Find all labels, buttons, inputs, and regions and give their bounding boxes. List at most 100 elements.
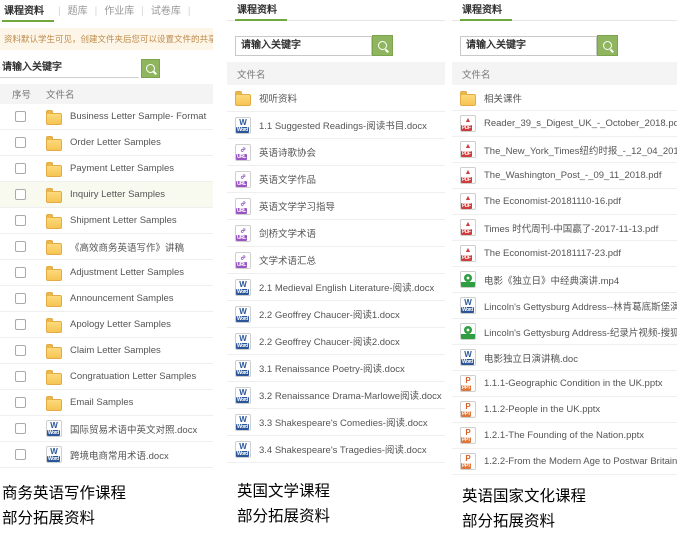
file-name[interactable]: Apology Letter Samples [70,319,171,330]
file-row[interactable]: Lincoln's Gettysburg Address--林肯葛底斯堡演说.d… [452,293,677,319]
search-input[interactable] [0,58,139,78]
file-row[interactable]: 英语文学作品 [227,166,445,193]
file-name[interactable]: 英语文学学习指导 [259,199,335,213]
file-row[interactable]: The Economist-20181110-16.pdf [452,189,677,215]
file-row[interactable]: Claim Letter Samples [0,338,213,364]
file-row[interactable]: The_New_York_Times纽约时报_-_12_04_2019.pdf [452,137,677,163]
file-row[interactable]: Shipment Letter Samples [0,208,213,234]
file-row[interactable]: 3.3 Shakespeare's Comedies-阅读.docx [227,409,445,436]
file-name[interactable]: 3.1 Renaissance Poetry-阅读.docx [259,361,405,375]
file-name[interactable]: The Economist-20181117-23.pdf [484,248,621,259]
row-checkbox[interactable] [15,215,26,226]
file-name[interactable]: 电影《独立日》中经典演讲.mp4 [484,273,619,287]
file-name[interactable]: 3.2 Renaissance Drama-Marlowe阅读.docx [259,388,442,402]
file-row[interactable]: The_Washington_Post_-_09_11_2018.pdf [452,163,677,189]
file-name[interactable]: 国际贸易术语中英文对照.docx [70,422,197,436]
file-name[interactable]: Reader_39_s_Digest_UK_-_October_2018.pdf [484,118,677,129]
file-name[interactable]: 剑桥文学术语 [259,226,316,240]
file-row[interactable]: Order Letter Samples [0,130,213,156]
file-row[interactable]: 1.2.2-From the Modern Age to Postwar Bri… [452,449,677,475]
file-name[interactable]: The_New_York_Times纽约时报_-_12_04_2019.pdf [484,143,677,157]
row-checkbox[interactable] [15,111,26,122]
file-row[interactable]: Congratuation Letter Samples [0,364,213,390]
file-row[interactable]: 电影《独立日》中经典演讲.mp4 [452,267,677,293]
file-name[interactable]: 1.1.1-Geographic Condition in the UK.ppt… [484,378,663,389]
file-name[interactable]: 2.2 Geoffrey Chaucer-阅读1.docx [259,307,400,321]
file-name[interactable]: The_Washington_Post_-_09_11_2018.pdf [484,170,661,181]
tab-作业库[interactable]: 作业库 [101,0,137,21]
search-button[interactable] [597,35,618,56]
search-button[interactable] [372,35,393,56]
file-name[interactable]: 2.2 Geoffrey Chaucer-阅读2.docx [259,334,400,348]
tab-课程资料[interactable]: 课程资料 [460,0,512,21]
file-row[interactable]: 英语诗歌协会 [227,139,445,166]
row-checkbox[interactable] [15,163,26,174]
file-name[interactable]: Lincoln's Gettysburg Address-纪录片视频-搜狐视频.… [484,325,677,339]
file-row[interactable]: 《高效商务英语写作》讲稿 [0,234,213,260]
file-name[interactable]: 英语诗歌协会 [259,145,316,159]
row-checkbox[interactable] [15,241,26,252]
file-name[interactable]: 视听资料 [259,91,297,105]
tab-题库[interactable]: 题库 [65,0,91,21]
file-name[interactable]: Announcement Samples [70,293,174,304]
file-name[interactable]: The Economist-20181110-16.pdf [484,196,621,207]
file-row[interactable]: 1.2.1-The Founding of the Nation.pptx [452,423,677,449]
file-row[interactable]: 电影独立日演讲稿.doc [452,345,677,371]
file-row[interactable]: 英语文学学习指导 [227,193,445,220]
file-name[interactable]: 3.4 Shakespeare's Tragedies-阅读.docx [259,442,427,456]
file-row[interactable]: 2.2 Geoffrey Chaucer-阅读2.docx [227,328,445,355]
file-name[interactable]: Order Letter Samples [70,137,161,148]
file-name[interactable]: 1.1 Suggested Readings-阅读书目.docx [259,118,427,132]
file-row[interactable]: Email Samples [0,390,213,416]
row-checkbox[interactable] [15,189,26,200]
file-name[interactable]: 2.1 Medieval English Literature-阅读.docx [259,280,434,294]
tab-课程资料[interactable]: 课程资料 [235,0,287,21]
file-name[interactable]: Inquiry Letter Samples [70,189,165,200]
file-row[interactable]: 文学术语汇总 [227,247,445,274]
file-name[interactable]: 1.2.1-The Founding of the Nation.pptx [484,430,644,441]
file-row[interactable]: 2.1 Medieval English Literature-阅读.docx [227,274,445,301]
file-row[interactable]: 国际贸易术语中英文对照.docx [0,416,213,442]
row-checkbox[interactable] [15,319,26,330]
search-button[interactable] [141,59,160,78]
file-row[interactable]: 1.1.2-People in the UK.pptx [452,397,677,423]
file-row[interactable]: Payment Letter Samples [0,156,213,182]
row-checkbox[interactable] [15,397,26,408]
file-name[interactable]: 文学术语汇总 [259,253,316,267]
file-row[interactable]: 剑桥文学术语 [227,220,445,247]
file-row[interactable]: 视听资料 [227,85,445,112]
file-row[interactable]: 相关课件 [452,85,677,111]
file-name[interactable]: 英语文学作品 [259,172,316,186]
file-row[interactable]: Business Letter Sample- Format [0,104,213,130]
file-row[interactable]: Apology Letter Samples [0,312,213,338]
search-input[interactable] [460,36,597,56]
file-row[interactable]: 1.1.1-Geographic Condition in the UK.ppt… [452,371,677,397]
row-checkbox[interactable] [15,345,26,356]
file-name[interactable]: 跨境电商常用术语.docx [70,448,169,462]
file-row[interactable]: 跨境电商常用术语.docx [0,442,213,468]
file-name[interactable]: Shipment Letter Samples [70,215,177,226]
file-row[interactable]: 1.1 Suggested Readings-阅读书目.docx [227,112,445,139]
file-name[interactable]: Adjustment Letter Samples [70,267,184,278]
file-name[interactable]: 电影独立日演讲稿.doc [484,351,578,365]
tab-课程资料[interactable]: 课程资料 [2,0,54,22]
file-name[interactable]: Email Samples [70,397,133,408]
file-name[interactable]: 1.1.2-People in the UK.pptx [484,404,600,415]
row-checkbox[interactable] [15,267,26,278]
file-name[interactable]: 《高效商务英语写作》讲稿 [70,240,184,254]
file-name[interactable]: Claim Letter Samples [70,345,161,356]
row-checkbox[interactable] [15,449,26,460]
file-name[interactable]: Payment Letter Samples [70,163,174,174]
file-name[interactable]: 1.2.2-From the Modern Age to Postwar Bri… [484,456,677,467]
file-name[interactable]: Congratuation Letter Samples [70,371,196,382]
file-row[interactable]: Inquiry Letter Samples [0,182,213,208]
file-name[interactable]: Times 时代周刊-中国赢了-2017-11-13.pdf [484,221,658,235]
file-row[interactable]: Announcement Samples [0,286,213,312]
row-checkbox[interactable] [15,371,26,382]
file-row[interactable]: 3.4 Shakespeare's Tragedies-阅读.docx [227,436,445,463]
file-row[interactable]: Lincoln's Gettysburg Address-纪录片视频-搜狐视频.… [452,319,677,345]
file-row[interactable]: Reader_39_s_Digest_UK_-_October_2018.pdf [452,111,677,137]
file-name[interactable]: 相关课件 [484,91,522,105]
search-input[interactable] [235,36,372,56]
file-row[interactable]: 2.2 Geoffrey Chaucer-阅读1.docx [227,301,445,328]
